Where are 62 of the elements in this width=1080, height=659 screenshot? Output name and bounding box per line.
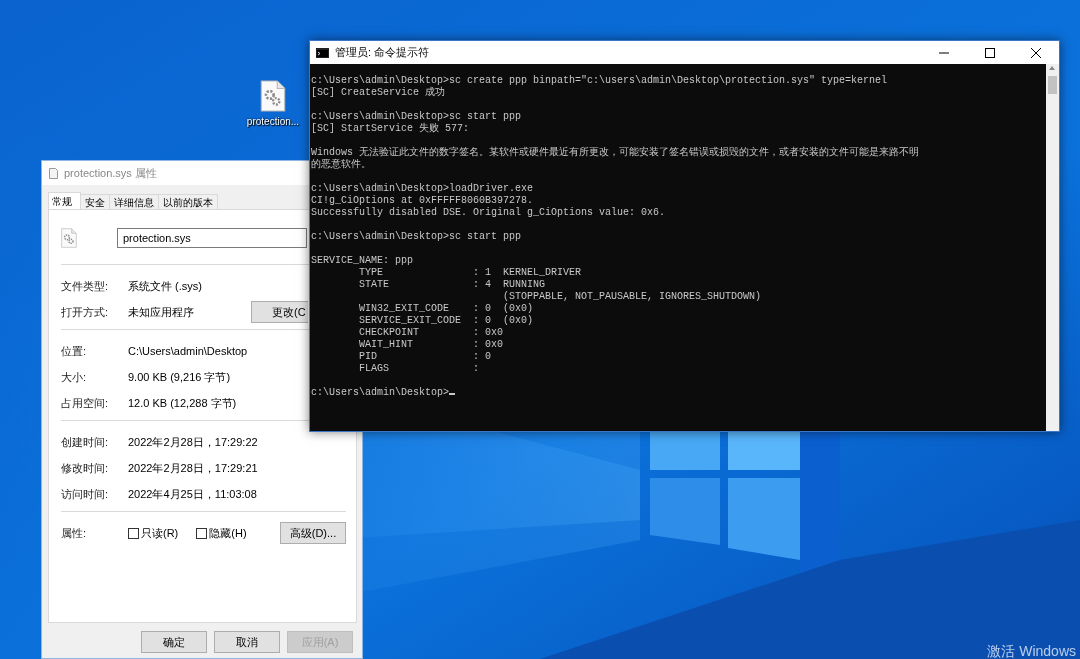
console-line: FLAGS : [358, 363, 481, 375]
console-line: c:\Users\admin\Desktop>loadDriver.exe [311, 183, 535, 195]
console-line: c:\Users\admin\Desktop> [311, 387, 1046, 399]
tab[interactable]: 常规 [48, 192, 81, 209]
field-value: C:\Users\admin\Desktop [128, 345, 248, 357]
console-line: [SC] StartService 失败 577: [311, 123, 471, 135]
console-line: TYPE : 1 KERNEL_DRIVER [358, 267, 583, 279]
console-line: 的恶意软件。 [311, 159, 372, 171]
console-line: SERVICE_NAME: ppp [311, 255, 415, 267]
console-line: (STOPPABLE, NOT_PAUSABLE, IGNORES_SHUTDOWN) [502, 291, 763, 303]
console-line: PID : 0 [358, 351, 493, 363]
file-icon [49, 167, 58, 179]
gear-file-icon [260, 80, 286, 112]
console-line: c:\Users\admin\Desktop>sc create ppp binpath="c:\users\admin\Desktop\protection.sys" type=kernel [311, 75, 889, 87]
field-label: 打开方式: [61, 304, 110, 320]
gear-file-icon [61, 227, 77, 249]
console-line: Successfully disabled DSE. Original g_CiOptions value: 0x6. [311, 207, 667, 219]
field-value: 9.00 KB (9,216 字节) [128, 369, 231, 385]
checkbox[interactable] [196, 527, 208, 539]
field-label: 大小: [61, 369, 88, 385]
field-value: 系统文件 (.sys) [128, 278, 202, 294]
window-title: 管理员: 命令提示符 [335, 45, 430, 60]
tab[interactable]: 安全 [80, 194, 110, 209]
tab[interactable]: 以前的版本 [158, 194, 218, 209]
window-title: protection.sys 属性 [64, 165, 157, 181]
console-line: SERVICE_EXIT_CODE : 0 (0x0) [358, 315, 535, 327]
console-icon [316, 47, 329, 58]
maximize-icon [985, 47, 995, 58]
field-label: 位置: [61, 343, 88, 359]
checkbox-label[interactable]: 隐藏(H) [209, 525, 247, 541]
console-line: c:\Users\admin\Desktop>sc start ppp [311, 231, 523, 243]
checkbox-label[interactable]: 只读(R) [141, 525, 179, 541]
field-label: 修改时间: [61, 460, 110, 476]
console-line: c:\Users\admin\Desktop>sc start ppp [311, 111, 523, 123]
field-label: 访问时间: [61, 486, 110, 502]
console-line: CHECKPOINT : 0x0 [358, 327, 505, 339]
console-line: WIN32_EXIT_CODE : 0 (0x0) [358, 303, 535, 315]
tab[interactable]: 详细信息 [109, 194, 159, 209]
advanced-button[interactable]: 高级(D)... [280, 522, 346, 544]
field-value: 2022年2月28日，17:29:21 [128, 460, 258, 476]
console-line: STATE : 4 RUNNING [358, 279, 547, 291]
change-button[interactable]: 更改(C [251, 301, 308, 323]
console-line: [SC] CreateService 成功 [311, 87, 446, 99]
field-label: 创建时间: [61, 434, 110, 450]
checkbox[interactable] [128, 527, 139, 539]
field-value: 未知应用程序 [128, 304, 194, 320]
desktop-icon-label[interactable]: protection... [246, 116, 300, 127]
field-value: 2022年4月25日，11:03:08 [128, 486, 257, 502]
scrollbar[interactable] [1046, 64, 1059, 431]
activation-watermark: 激活 Windows [987, 643, 1076, 659]
dialog-button[interactable]: 确定 [141, 631, 207, 653]
dialog-button[interactable]: 取消 [214, 631, 280, 653]
field-label: 文件类型: [61, 278, 110, 294]
console-line: Windows 无法验证此文件的数字签名。某软件或硬件最近有所更改，可能安装了签名错误或损毁的文件，或者安装的文件可能是来路不明 [311, 147, 920, 159]
field-label: 占用空间: [61, 395, 110, 411]
console-line: CI!g_CiOptions at 0xFFFFF8060B397278. [311, 195, 535, 207]
close-icon [1031, 47, 1041, 58]
file-name-field[interactable]: protection.sys [117, 228, 307, 248]
field-label: 属性: [61, 525, 88, 541]
field-value: 2022年2月28日，17:29:22 [128, 434, 258, 450]
field-value: 12.0 KB (12,288 字节) [128, 395, 237, 411]
console-line: WAIT_HINT : 0x0 [358, 339, 505, 351]
